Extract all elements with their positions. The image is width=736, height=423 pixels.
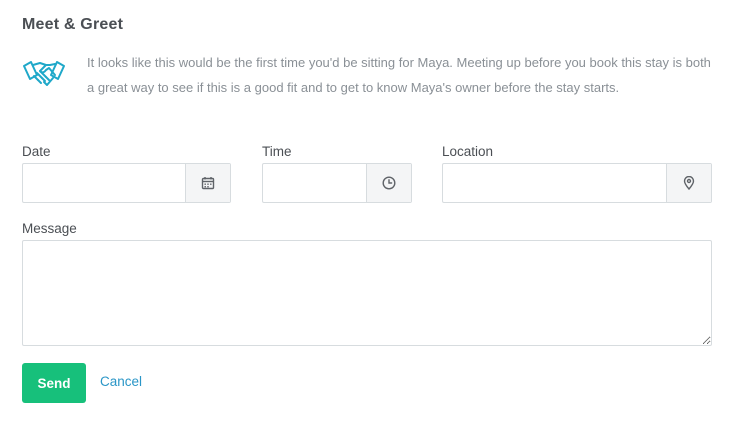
send-button[interactable]: Send [22, 363, 86, 403]
time-field [262, 163, 412, 203]
location-label: Location [442, 144, 494, 159]
message-label: Message [22, 221, 77, 236]
page-title: Meet & Greet [22, 16, 124, 33]
calendar-icon [201, 177, 215, 190]
time-label: Time [262, 144, 292, 159]
handshake-icon [23, 61, 65, 86]
intro-block: It looks like this would be the first ti… [22, 50, 714, 100]
date-input[interactable] [23, 164, 185, 202]
location-button[interactable] [666, 164, 711, 202]
map-pin-icon [683, 176, 695, 190]
cancel-link[interactable]: Cancel [100, 374, 142, 389]
location-field [442, 163, 712, 203]
date-field [22, 163, 231, 203]
time-picker-button[interactable] [366, 164, 411, 202]
time-input[interactable] [263, 164, 366, 202]
message-textarea[interactable] [22, 240, 712, 346]
date-label: Date [22, 144, 51, 159]
location-input[interactable] [443, 164, 666, 202]
intro-text: It looks like this would be the first ti… [87, 55, 711, 95]
clock-icon [382, 176, 396, 190]
date-picker-button[interactable] [185, 164, 230, 202]
